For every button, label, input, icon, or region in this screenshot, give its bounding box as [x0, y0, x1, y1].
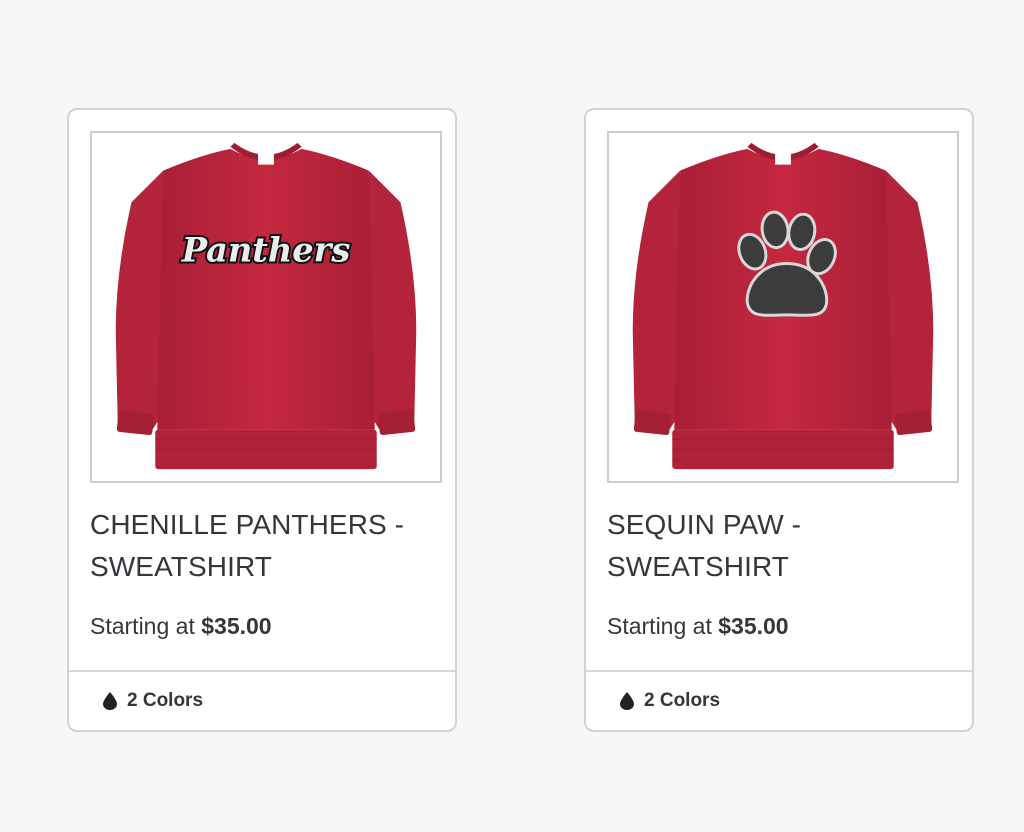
product-title[interactable]: SEQUIN PAW - SWEATSHIRT — [607, 504, 947, 588]
color-count: 2 Colors — [644, 690, 721, 711]
product-price: Starting at $35.00 — [90, 610, 272, 642]
panthers-lettering: Panthers — [181, 230, 351, 270]
price-prefix: Starting at — [607, 613, 712, 639]
product-card-chenille-panthers[interactable]: Panthers CHENILLE PANTHERS - SWEATSHIRT … — [67, 108, 457, 732]
droplet-icon — [620, 692, 634, 710]
product-price: Starting at $35.00 — [607, 610, 789, 642]
product-image[interactable] — [607, 131, 959, 483]
price-amount: $35.00 — [201, 613, 272, 639]
product-image[interactable]: Panthers — [90, 131, 442, 483]
product-title[interactable]: CHENILLE PANTHERS - SWEATSHIRT — [90, 504, 430, 588]
color-count: 2 Colors — [127, 690, 204, 711]
card-footer: 2 Colors — [586, 670, 972, 730]
price-amount: $35.00 — [718, 613, 789, 639]
price-prefix: Starting at — [90, 613, 195, 639]
card-footer: 2 Colors — [69, 670, 455, 730]
sweatshirt-image — [632, 142, 934, 470]
sweatshirt-image: Panthers — [115, 142, 417, 470]
droplet-icon — [103, 692, 117, 710]
product-card-sequin-paw[interactable]: SEQUIN PAW - SWEATSHIRT Starting at $35.… — [584, 108, 974, 732]
